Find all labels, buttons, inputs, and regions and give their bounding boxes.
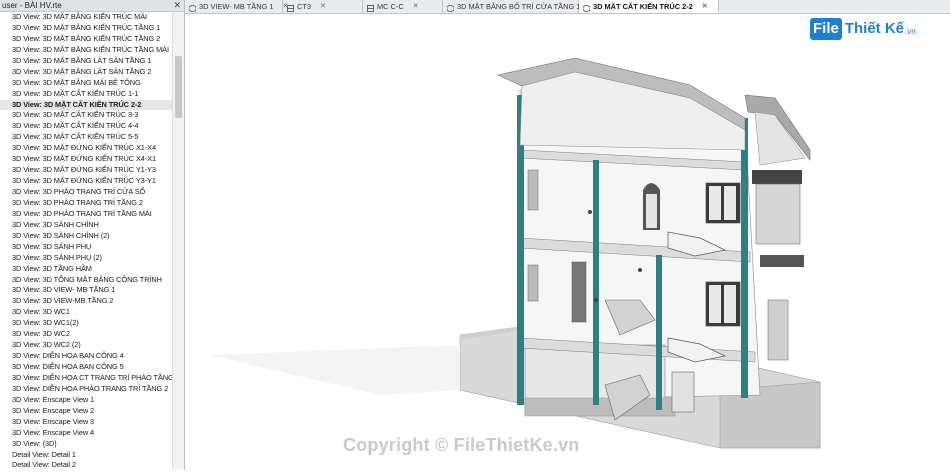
browser-view-item[interactable]: 3D View: 3D SẢNH PHỤ — [0, 242, 172, 253]
project-browser: user - BÀI HV.rte ✕ 3D View: 3D MẶT BẰNG… — [0, 0, 185, 470]
view-tree: 3D View: 3D MẶT BẰNG KIẾN TRÚC MÁI 3D Vie… — [0, 12, 172, 470]
browser-view-item[interactable]: 3D View: 3D MẶT BẰNG LÁT SÀN TẦNG 2 — [0, 67, 172, 78]
browser-view-item[interactable]: Detail View: Detail 1 — [0, 450, 172, 461]
section-view-icon — [287, 3, 294, 12]
browser-view-item[interactable]: 3D View: 3D PHÀO TRANG TRÍ TẦNG MÁI — [0, 209, 172, 220]
browser-view-item[interactable]: 3D View: DIỄN HỌA PHÀO TRANG TRÍ TẦNG 2 — [0, 384, 172, 395]
view-tab[interactable]: MC C-C ✕ — [363, 0, 443, 13]
copyright-watermark: Copyright © FileThietKe.vn — [343, 435, 580, 455]
browser-view-item[interactable]: 3D View: 3D WC2 (2) — [0, 340, 172, 351]
browser-view-item[interactable]: 3D View: 3D MẶT BẰNG KIẾN TRÚC TẦNG 2 — [0, 34, 172, 45]
3d-view-icon — [188, 3, 197, 13]
browser-view-item[interactable]: 3D View: 3D PHÀO TRANG TRÍ TẦNG 2 — [0, 198, 172, 209]
browser-view-item[interactable]: Detail View: Detail 2 — [0, 460, 172, 470]
browser-view-item[interactable]: 3D View: Enscape View 3 — [0, 417, 172, 428]
view-tab-label: CT3 — [297, 2, 311, 11]
browser-view-item[interactable]: 3D View: 3D MẶT CẮT KIẾN TRÚC 4-4 — [0, 121, 172, 132]
browser-view-item[interactable]: 3D View: 3D MẶT BẰNG KIẾN TRÚC TẦNG 1 — [0, 23, 172, 34]
logo-text: Thiết Kế — [844, 20, 905, 37]
browser-view-item[interactable]: 3D View: 3D WC1(2) — [0, 318, 172, 329]
close-icon[interactable]: ✕ — [320, 0, 326, 13]
site-logo: File Thiết Kế .vn — [810, 16, 916, 42]
3d-view-canvas[interactable]: File Thiết Kế .vn Copyright © FileThietK… — [185, 14, 950, 470]
building-section-model — [210, 57, 821, 449]
3d-view-icon — [446, 3, 455, 13]
section-wall-mid — [593, 160, 599, 405]
browser-view-item[interactable]: 3D View: 3D MẶT BẰNG KIẾN TRÚC TẦNG MÁI — [0, 45, 172, 56]
browser-view-item[interactable]: 3D View: 3D WC2 — [0, 329, 172, 340]
browser-view-item[interactable]: 3D View: 3D MẶT ĐỨNG KIẾN TRÚC Y1-Y3 — [0, 165, 172, 176]
scrollbar-thumb[interactable] — [175, 56, 182, 118]
browser-view-item[interactable]: 3D View: 3D MẶT BẰNG MÁI BÊ TÔNG — [0, 78, 172, 89]
project-browser-title: user - BÀI HV.rte ✕ — [0, 0, 184, 12]
browser-view-item[interactable]: 3D View: Enscape View 4 — [0, 428, 172, 439]
close-icon[interactable]: ✕ — [173, 0, 181, 11]
browser-view-item[interactable]: 3D View: {3D} — [0, 439, 172, 450]
balcony-pergola — [752, 170, 802, 184]
browser-view-item[interactable]: 3D View: 3D WC1 — [0, 307, 172, 318]
project-browser-title-text: user - BÀI HV.rte — [2, 1, 62, 10]
section-wall-center — [656, 255, 662, 410]
browser-view-item[interactable]: 3D View: DIỄN HỌA BAN CÔNG 4 — [0, 351, 172, 362]
view-tab[interactable]: CT3 ✕ — [283, 0, 363, 13]
browser-view-item[interactable]: 3D View: 3D MẶT CẮT KIẾN TRÚC 5-5 — [0, 132, 172, 143]
close-icon[interactable]: ✕ — [413, 0, 419, 13]
view-tab-label: MC C-C — [377, 2, 404, 11]
view-tab[interactable]: 3D VIEW- MB TẦNG 1 ✕ — [185, 0, 288, 13]
browser-view-item[interactable]: 3D View: 3D SẢNH PHỤ (2) — [0, 253, 172, 264]
browser-view-item[interactable]: 3D View: Enscape View 1 — [0, 395, 172, 406]
view-tab-label: 3D VIEW- MB TẦNG 1 — [199, 2, 274, 11]
browser-view-item[interactable]: 3D View: 3D PHÀO TRANG TRÍ CỬA SỔ — [0, 187, 172, 198]
browser-view-item[interactable]: 3D View: 3D VIEW- MB TẦNG 1 — [0, 285, 172, 296]
view-tab[interactable]: 3D MẶT BẰNG BỐ TRÍ CỬA TẦNG 1✕ — [443, 0, 595, 13]
browser-view-item[interactable]: 3D View: 3D MẶT BẰNG KIẾN TRÚC MÁI — [0, 12, 172, 23]
browser-view-item[interactable]: 3D View: 3D MẶT BẰNG LÁT SÀN TẦNG 1 — [0, 56, 172, 67]
browser-view-item[interactable]: 3D View: 3D MẶT CẮT KIẾN TRÚC 3-3 — [0, 110, 172, 121]
basement-door — [671, 371, 695, 413]
browser-view-item[interactable]: 3D View: Enscape View 2 — [0, 406, 172, 417]
view-tab[interactable]: 3D MẶT CẮT KIẾN TRÚC 2-2 ✕ — [579, 0, 719, 13]
browser-view-item[interactable]: 3D View: DIỄN HỌA BAN CÔNG 5 — [0, 362, 172, 373]
view-tab-label: 3D MẶT CẮT KIẾN TRÚC 2-2 — [593, 2, 693, 11]
logo-mark: File — [810, 18, 842, 40]
section-view-icon — [367, 3, 374, 12]
browser-view-item[interactable]: 3D View: 3D MẶT ĐỨNG KIẾN TRÚC X4-X1 — [0, 154, 172, 165]
browser-view-item[interactable]: 3D View: 3D TẦNG HẦM — [0, 264, 172, 275]
section-wall-right — [741, 118, 748, 398]
browser-view-item[interactable]: 3D View: 3D VIEW-MB TẦNG 2 — [0, 296, 172, 307]
view-tab-bar: 3D VIEW- MB TẦNG 1 ✕ CT3 ✕ MC C-C ✕ 3D MẶT BẰN… — [185, 0, 950, 14]
browser-view-item[interactable]: 3D View: 3D SẢNH CHÍNH — [0, 220, 172, 231]
close-icon[interactable]: ✕ — [702, 0, 708, 13]
browser-view-item[interactable]: 3D View: 3D MẶT CẮT KIẾN TRÚC 1-1 — [0, 89, 172, 100]
logo-domain: .vn — [905, 27, 916, 36]
3d-view-icon — [582, 3, 591, 13]
browser-scrollbar[interactable] — [172, 12, 184, 470]
browser-view-item[interactable]: 3D View: 3D SẢNH CHÍNH (2) — [0, 231, 172, 242]
view-tab-label: 3D MẶT BẰNG BỐ TRÍ CỬA TẦNG 1 — [457, 2, 581, 11]
browser-view-item[interactable]: 3D View: 3D MẶT ĐỨNG KIẾN TRÚC Y3-Y1 — [0, 176, 172, 187]
browser-view-item[interactable]: 3D View: DIỄN HỌA CT TRANG TRÍ PHÀO TẦNG… — [0, 373, 172, 384]
browser-view-item[interactable]: 3D View: 3D MẶT ĐỨNG KIẾN TRÚC X1-X4 — [0, 143, 172, 154]
browser-view-item[interactable]: 3D View: 3D MẶT CẮT KIẾN TRÚC 2-2 — [0, 99, 172, 111]
browser-view-item[interactable]: 3D View: 3D TỔNG MẶT BẰNG CÔNG TRÌNH — [0, 275, 172, 286]
